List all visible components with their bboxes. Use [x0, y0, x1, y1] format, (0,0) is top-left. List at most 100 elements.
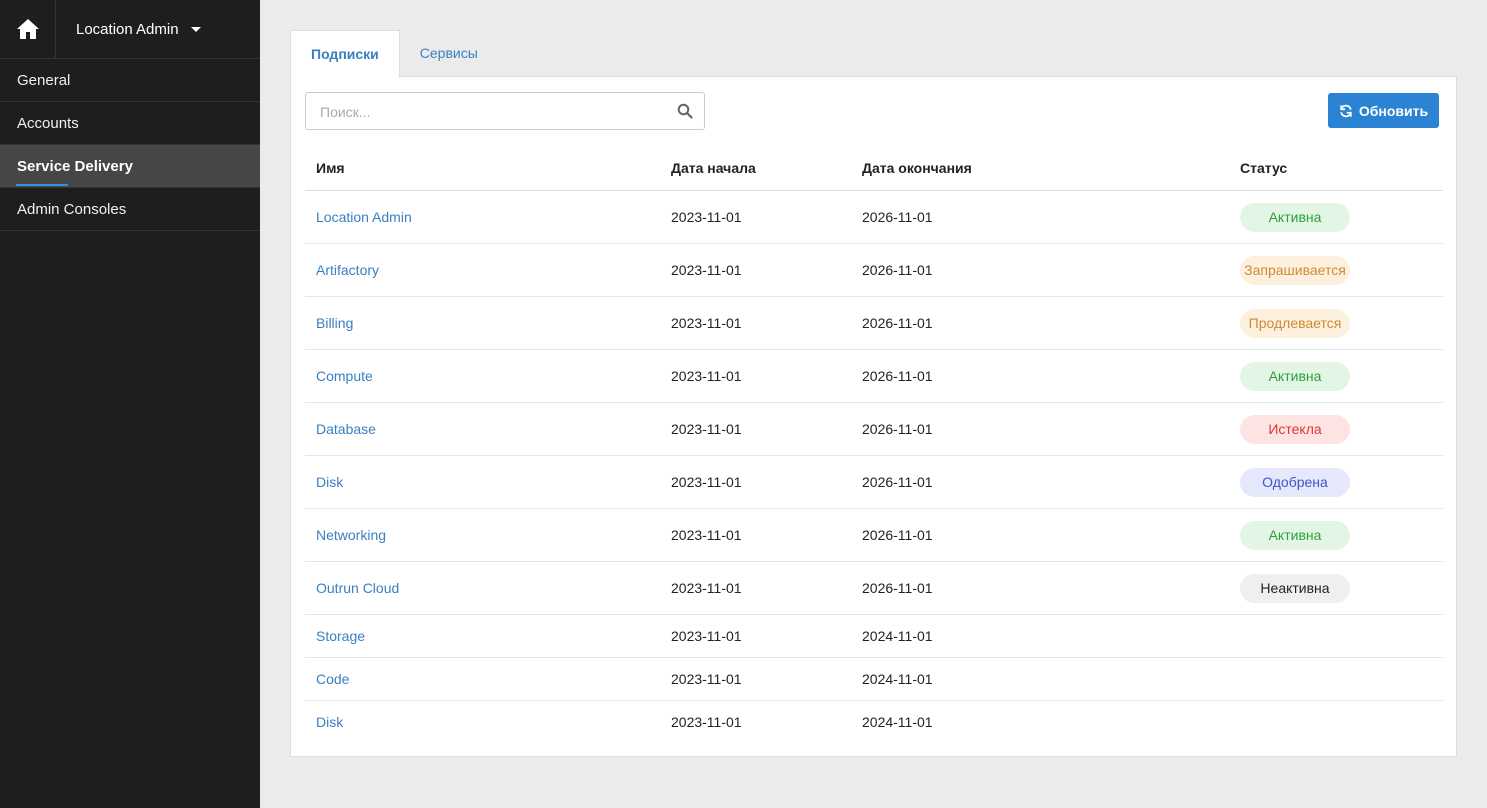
cell-start-date: 2023-11-01	[660, 614, 851, 658]
refresh-button[interactable]: Обновить	[1328, 93, 1439, 128]
cell-start-date: 2023-11-01	[660, 243, 851, 297]
subscription-link[interactable]: Billing	[316, 315, 353, 331]
status-badge: Продлевается	[1240, 308, 1350, 338]
cell-start-date: 2023-11-01	[660, 561, 851, 615]
sidebar-item-label: Service Delivery	[17, 158, 133, 175]
cell-status	[1229, 701, 1443, 744]
table-row: Networking 2023-11-01 2026-11-01 Активна	[305, 508, 1443, 562]
cell-name: Database	[305, 402, 660, 456]
cell-name: Billing	[305, 296, 660, 350]
cell-name: Location Admin	[305, 190, 660, 244]
column-header-start-date[interactable]: Дата начала	[660, 145, 851, 191]
cell-end-date: 2026-11-01	[851, 402, 1229, 456]
sidebar-item-service-delivery[interactable]: Service Delivery	[0, 145, 260, 188]
cell-status: Одобрена	[1229, 455, 1443, 509]
subscription-link[interactable]: Location Admin	[316, 209, 412, 225]
table-row: Outrun Cloud 2023-11-01 2026-11-01 Неактивн…	[305, 561, 1443, 615]
cell-status	[1229, 657, 1443, 701]
table-row: Billing 2023-11-01 2026-11-01 Продлевается	[305, 296, 1443, 350]
cell-status: Неактивна	[1229, 561, 1443, 615]
cell-start-date: 2023-11-01	[660, 402, 851, 456]
subscription-link[interactable]: Storage	[316, 628, 365, 644]
location-selector-label: Location Admin	[76, 20, 179, 38]
table-row: Artifactory 2023-11-01 2026-11-01 Запрашива…	[305, 243, 1443, 297]
tab-bar: Подписки Сервисы	[290, 30, 498, 78]
cell-end-date: 2024-11-01	[851, 657, 1229, 701]
cell-end-date: 2026-11-01	[851, 349, 1229, 403]
cell-start-date: 2023-11-01	[660, 508, 851, 562]
refresh-icon	[1340, 104, 1352, 117]
cell-name: Disk	[305, 455, 660, 509]
status-badge: Одобрена	[1240, 467, 1350, 497]
column-header-name[interactable]: Имя	[305, 145, 660, 191]
sidebar-item-accounts[interactable]: Accounts	[0, 102, 260, 145]
sidebar-item-label: General	[17, 72, 71, 89]
table-row: Disk 2023-11-01 2026-11-01 Одобрена	[305, 455, 1443, 509]
search-box	[305, 92, 705, 131]
sidebar-item-label: Accounts	[17, 115, 79, 132]
cell-status: Активна	[1229, 190, 1443, 244]
cell-end-date: 2026-11-01	[851, 455, 1229, 509]
cell-start-date: 2023-11-01	[660, 349, 851, 403]
cell-name: Code	[305, 657, 660, 701]
cell-start-date: 2023-11-01	[660, 455, 851, 509]
status-badge: Истекла	[1240, 414, 1350, 444]
cell-end-date: 2024-11-01	[862, 714, 933, 730]
subscription-link[interactable]: Code	[316, 671, 349, 687]
cell-start-date: 2023-11-01	[660, 657, 851, 701]
cell-start-date: 2023-11-01	[671, 714, 742, 730]
sidebar-item-admin-consoles[interactable]: Admin Consoles	[0, 188, 260, 231]
status-badge: Активна	[1240, 520, 1350, 550]
cell-status	[1229, 614, 1443, 658]
home-icon	[16, 19, 39, 39]
home-button[interactable]	[0, 0, 56, 58]
subscription-link[interactable]: Disk	[316, 714, 343, 730]
subscription-link[interactable]: Compute	[316, 368, 373, 384]
sidebar-header: Location Admin	[0, 0, 260, 59]
subscription-link[interactable]: Disk	[316, 474, 343, 490]
cell-name: Outrun Cloud	[305, 561, 660, 615]
subscription-link[interactable]: Networking	[316, 527, 386, 543]
cell-name: Networking	[305, 508, 660, 562]
cell-status: Запрашивается	[1229, 243, 1443, 297]
cell-end-date: 2026-11-01	[851, 296, 1229, 350]
status-badge: Активна	[1240, 361, 1350, 391]
table-row: Database 2023-11-01 2026-11-01 Истекла	[305, 402, 1443, 456]
cell-end-date: 2024-11-01	[851, 614, 1229, 658]
cell-name: Storage	[305, 614, 660, 658]
cell-status: Активна	[1229, 349, 1443, 403]
table-row: Storage 2023-11-01 2024-11-01	[305, 614, 1443, 658]
table-row: Code 2023-11-01 2024-11-01	[305, 657, 1443, 701]
location-selector[interactable]: Location Admin	[56, 0, 260, 58]
cell-end-date: 2026-11-01	[851, 508, 1229, 562]
search-icon[interactable]	[677, 103, 693, 119]
subscription-link[interactable]: Database	[316, 421, 376, 437]
cell-status: Продлевается	[1229, 296, 1443, 350]
table-row: Compute 2023-11-01 2026-11-01 Активна	[305, 349, 1443, 403]
subscriptions-panel: Обновить Имя Дата начала Дата окончания …	[290, 76, 1457, 757]
cell-name: Artifactory	[305, 243, 660, 297]
cell-start-date: 2023-11-01	[660, 296, 851, 350]
refresh-button-label: Обновить	[1358, 102, 1429, 119]
active-indicator	[16, 184, 68, 186]
column-header-end-date[interactable]: Дата окончания	[851, 145, 1229, 191]
search-input[interactable]	[306, 93, 672, 131]
subscriptions-table: Имя Дата начала Дата окончания Статус Lo…	[305, 145, 1443, 743]
sidebar-item-general[interactable]: General	[0, 59, 260, 102]
table-row: Location Admin 2023-11-01 2026-11-01 Активн…	[305, 190, 1443, 244]
column-header-status[interactable]: Статус	[1229, 145, 1443, 191]
subscription-link[interactable]: Outrun Cloud	[316, 580, 399, 596]
status-badge: Активна	[1240, 202, 1350, 232]
tab-subscriptions[interactable]: Подписки	[290, 30, 400, 78]
cell-status: Активна	[1229, 508, 1443, 562]
cell-start-date: 2023-11-01	[660, 190, 851, 244]
cell-name: Compute	[305, 349, 660, 403]
status-badge: Запрашивается	[1240, 255, 1350, 285]
tab-services[interactable]: Сервисы	[400, 30, 498, 77]
cell-status: Истекла	[1229, 402, 1443, 456]
subscription-link[interactable]: Artifactory	[316, 262, 379, 278]
caret-down-icon	[190, 26, 201, 32]
table-header-row: Имя Дата начала Дата окончания Статус	[305, 145, 1443, 191]
status-badge: Неактивна	[1240, 573, 1350, 603]
sidebar: Location Admin General Accounts Service De…	[0, 0, 260, 808]
